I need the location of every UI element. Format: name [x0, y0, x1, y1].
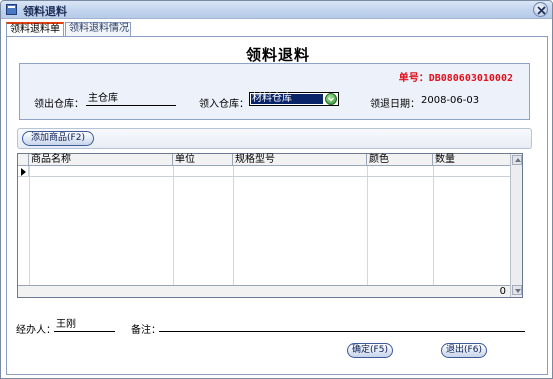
- column-header-name[interactable]: 商品名称: [29, 154, 173, 166]
- date-value[interactable]: 2008-06-03: [421, 95, 479, 106]
- window-title: 领料退料: [23, 5, 67, 18]
- scroll-down-icon[interactable]: [512, 285, 522, 295]
- handler-label: 经办人：: [16, 325, 56, 336]
- header-info-panel: 单号：DB080603010002 领出仓库： 主仓库 领入仓库： 材料仓库 领…: [19, 63, 530, 120]
- in-warehouse-value: 材料仓库: [251, 94, 323, 104]
- order-number: 单号：DB080603010002: [399, 69, 513, 84]
- column-header-quantity[interactable]: 数量: [433, 154, 510, 166]
- remark-label: 备注：: [131, 325, 161, 336]
- dialog-window: 领料退料 领料退料单 领料退料情况 领料退料 单号：DB080603010002…: [0, 0, 553, 379]
- tab-content: 领料退料 单号：DB080603010002 领出仓库： 主仓库 领入仓库： 材…: [6, 37, 548, 375]
- row-indicator: [18, 166, 29, 177]
- scroll-up-icon[interactable]: [512, 155, 522, 165]
- out-warehouse-label: 领出仓库：: [34, 99, 84, 110]
- grid-line: [173, 166, 174, 285]
- grid-line: [29, 166, 30, 285]
- grid-line: [433, 166, 434, 285]
- total-quantity: 0: [499, 286, 506, 297]
- order-number-label: 单号：: [398, 73, 429, 84]
- in-warehouse-label: 领入仓库：: [199, 99, 249, 110]
- grid-toolbar: 添加商品(F2): [17, 128, 532, 149]
- tab-return-form[interactable]: 领料退料单: [6, 22, 64, 37]
- column-header-color[interactable]: 颜色: [367, 154, 433, 166]
- out-warehouse-field[interactable]: 主仓库: [86, 93, 176, 106]
- order-number-value: DB080603010002: [428, 73, 513, 84]
- dropdown-icon[interactable]: [325, 93, 337, 105]
- vertical-scrollbar[interactable]: [510, 154, 522, 297]
- signature-row: 经办人： 王刚 备注：: [7, 319, 549, 336]
- grid-summary-row: 0: [18, 285, 510, 297]
- handler-field[interactable]: 王刚: [54, 319, 115, 332]
- app-icon: [6, 4, 17, 15]
- current-row-icon: [21, 168, 26, 176]
- confirm-button[interactable]: 确定(F5): [347, 343, 393, 358]
- grid-line: [367, 166, 368, 285]
- grid-corner: [18, 154, 29, 166]
- column-header-unit[interactable]: 单位: [173, 154, 233, 166]
- in-warehouse-select[interactable]: 材料仓库: [249, 92, 339, 106]
- page-title: 领料退料: [245, 46, 310, 64]
- grid-header: 商品名称 单位 规格型号 颜色 数量: [18, 154, 510, 166]
- exit-button[interactable]: 退出(F6): [441, 343, 487, 358]
- title-bar[interactable]: 领料退料: [1, 1, 552, 19]
- table-row[interactable]: [18, 166, 510, 177]
- tab-return-status[interactable]: 领料退料情况: [65, 22, 131, 36]
- add-product-button[interactable]: 添加商品(F2): [22, 131, 94, 146]
- close-icon[interactable]: [533, 2, 548, 17]
- product-grid[interactable]: 商品名称 单位 规格型号 颜色 数量 0: [17, 153, 523, 298]
- date-label: 领退日期：: [370, 99, 420, 110]
- column-header-spec[interactable]: 规格型号: [233, 154, 367, 166]
- grid-line: [233, 166, 234, 285]
- remark-field[interactable]: [159, 319, 525, 332]
